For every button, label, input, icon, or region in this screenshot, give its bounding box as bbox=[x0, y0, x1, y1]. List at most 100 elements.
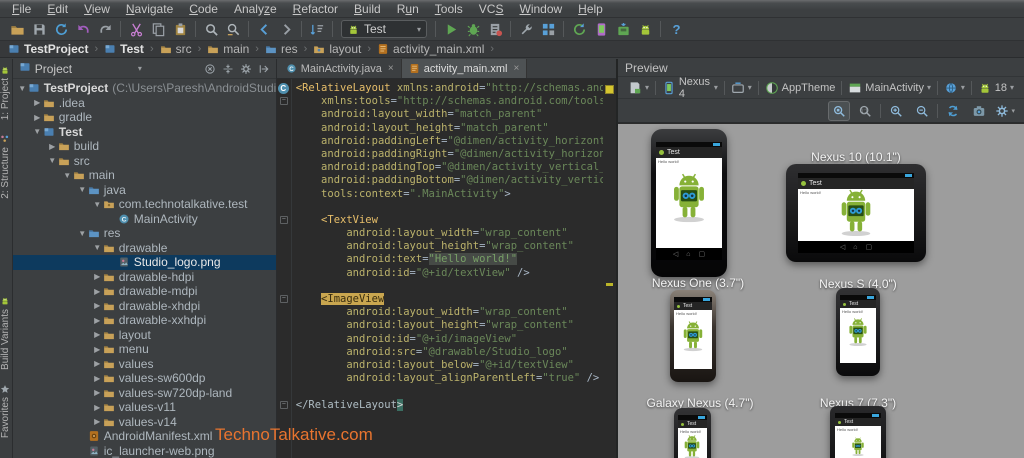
tree-item-drawable-xxhdpi[interactable]: ▶ drawable-xxhdpi bbox=[13, 313, 276, 328]
zoom-to-fit[interactable] bbox=[828, 100, 850, 121]
menu-window[interactable]: Window bbox=[511, 1, 570, 17]
cut-icon[interactable] bbox=[125, 19, 147, 39]
render-config[interactable]: ▾ bbox=[622, 78, 655, 98]
breadcrumb-res[interactable]: res bbox=[263, 42, 300, 56]
fold-marker-icon[interactable]: − bbox=[279, 295, 288, 304]
api-select[interactable]: 18 ▾ bbox=[972, 78, 1020, 98]
class-gutter-icon[interactable]: C bbox=[277, 83, 289, 94]
close-icon[interactable]: × bbox=[513, 63, 519, 74]
menu-navigate[interactable]: Navigate bbox=[118, 1, 181, 17]
settings-gear-icon[interactable] bbox=[240, 63, 252, 75]
tree-item-values[interactable]: ▶ values bbox=[13, 357, 276, 372]
hide-panel-icon[interactable] bbox=[258, 63, 270, 75]
copy-icon[interactable] bbox=[147, 19, 169, 39]
synchronize-icon[interactable] bbox=[50, 19, 72, 39]
tree-item-drawable-xhdpi[interactable]: ▶ drawable-xhdpi bbox=[13, 299, 276, 314]
device-select[interactable]: Nexus 4 ▾ bbox=[656, 76, 724, 100]
tree-collapse-icon[interactable]: ▼ bbox=[77, 229, 88, 238]
screenshot[interactable] bbox=[968, 101, 990, 121]
highlight-marker[interactable] bbox=[605, 283, 613, 286]
tree-collapse-icon[interactable]: ▼ bbox=[32, 127, 43, 136]
menu-analyze[interactable]: Analyze bbox=[226, 1, 285, 17]
run-configuration-select[interactable]: Test ▾ bbox=[341, 20, 427, 38]
device-preview-nexus-s[interactable]: Test Hello world! bbox=[835, 288, 880, 376]
tab-activity-main-xml[interactable]: activity_main.xml × bbox=[401, 59, 528, 78]
activity-select[interactable]: MainActivity ▾ bbox=[842, 78, 937, 98]
device-screen[interactable]: Test Hello world! bbox=[673, 297, 712, 369]
attach-debugger-icon[interactable] bbox=[484, 19, 506, 39]
device-preview-galaxy-nexus[interactable]: Test Hello world! bbox=[673, 408, 711, 458]
menu-file[interactable]: File bbox=[4, 1, 39, 17]
device-preview-nexus-4[interactable]: Test Hello world! ◁ ⌂ ▢ bbox=[650, 129, 727, 277]
tree-item-build[interactable]: ▶ build bbox=[13, 139, 276, 154]
tree-expand-icon[interactable]: ▶ bbox=[92, 287, 103, 296]
device-preview-nexus-10[interactable]: Test Hello world! ◁ ⌂ ▢ bbox=[785, 164, 926, 262]
settings-wrench-icon[interactable] bbox=[515, 19, 537, 39]
avd-manager-icon[interactable] bbox=[590, 19, 612, 39]
orientation[interactable]: ▾ bbox=[725, 78, 758, 98]
tree-expand-icon[interactable]: ▶ bbox=[92, 388, 103, 397]
tree-collapse-icon[interactable]: ▼ bbox=[77, 185, 88, 194]
tree-item-testproject[interactable]: ▼ TestProject (C:\Users\Paresh\AndroidStud… bbox=[13, 81, 275, 96]
tree-item-gradle[interactable]: ▶ gradle bbox=[13, 110, 276, 125]
android-monitor-icon[interactable] bbox=[634, 19, 656, 39]
toolwindow-structure[interactable]: 2: Structure bbox=[0, 134, 11, 199]
find-icon[interactable] bbox=[200, 19, 222, 39]
tree-expand-icon[interactable]: ▶ bbox=[92, 345, 103, 354]
device-preview-nexus-7[interactable]: Test Hello world! bbox=[829, 406, 886, 458]
forward-icon[interactable] bbox=[275, 19, 297, 39]
fold-marker-icon[interactable]: − bbox=[279, 400, 288, 409]
device-screen[interactable]: Test Hello world! bbox=[677, 415, 707, 458]
tree-item-values-sw720dp-land[interactable]: ▶ values-sw720dp-land bbox=[13, 386, 276, 401]
breadcrumb-layout[interactable]: layout bbox=[311, 42, 363, 56]
code-area[interactable]: <RelativeLayout xmlns:android="http://sc… bbox=[296, 82, 616, 412]
editor-body[interactable]: C − − − − <RelativeLayout xmlns:android="htt… bbox=[276, 79, 616, 458]
zoom-out[interactable] bbox=[911, 101, 933, 121]
device-screen[interactable]: Test Hello world! bbox=[839, 295, 876, 363]
tree-expand-icon[interactable]: ▶ bbox=[92, 374, 103, 383]
chevron-down-icon[interactable]: ▾ bbox=[138, 64, 142, 73]
fold-marker-icon[interactable]: − bbox=[279, 97, 288, 105]
replace-icon[interactable] bbox=[222, 19, 244, 39]
tree-item-values-v11[interactable]: ▶ values-v11 bbox=[13, 400, 276, 415]
tree-item-main[interactable]: ▼ main bbox=[13, 168, 276, 183]
close-icon[interactable] bbox=[204, 63, 216, 75]
toolwindow-favorites[interactable]: Favorites bbox=[0, 384, 11, 438]
tree-expand-icon[interactable]: ▶ bbox=[32, 98, 43, 107]
breadcrumb-testproject[interactable]: TestProject bbox=[6, 42, 90, 56]
menu-tools[interactable]: Tools bbox=[427, 1, 471, 17]
zoom-actual[interactable]: 1:1 bbox=[854, 101, 876, 121]
undo-icon[interactable] bbox=[72, 19, 94, 39]
tree-item-test[interactable]: ▼ Test bbox=[13, 125, 276, 140]
menu-build[interactable]: Build bbox=[346, 1, 389, 17]
tree-collapse-icon[interactable]: ▼ bbox=[92, 243, 103, 252]
sdk-manager-icon[interactable] bbox=[612, 19, 634, 39]
back-icon[interactable] bbox=[253, 19, 275, 39]
device-screen[interactable]: Test Hello world! ◁ ⌂ ▢ bbox=[797, 173, 914, 253]
tree-collapse-icon[interactable]: ▼ bbox=[47, 156, 58, 165]
save-all-icon[interactable] bbox=[28, 19, 50, 39]
tree-item-res[interactable]: ▼ res bbox=[13, 226, 276, 241]
tree-item-menu[interactable]: ▶ menu bbox=[13, 342, 276, 357]
breadcrumb-activity-main-xml[interactable]: activity_main.xml bbox=[375, 42, 486, 56]
run-icon[interactable] bbox=[440, 19, 462, 39]
device-screen[interactable]: Test Hello world! ◁ ⌂ ▢ bbox=[655, 142, 722, 260]
tree-expand-icon[interactable]: ▶ bbox=[92, 301, 103, 310]
menu-refactor[interactable]: Refactor bbox=[285, 1, 346, 17]
tree-collapse-icon[interactable]: ▼ bbox=[17, 84, 28, 93]
help-icon[interactable]: ? bbox=[665, 19, 687, 39]
tree-item-studio-logo-png[interactable]: Studio_logo.png bbox=[12, 255, 276, 270]
tree-item-drawable-hdpi[interactable]: ▶ drawable-hdpi bbox=[13, 270, 276, 285]
validation-marker[interactable] bbox=[604, 85, 614, 94]
refresh[interactable] bbox=[942, 101, 964, 121]
menu-edit[interactable]: Edit bbox=[39, 1, 76, 17]
menu-help[interactable]: Help bbox=[570, 1, 611, 17]
compare-icon[interactable] bbox=[306, 19, 328, 39]
tree-expand-icon[interactable]: ▶ bbox=[92, 417, 103, 426]
tree-expand-icon[interactable]: ▶ bbox=[32, 113, 43, 122]
tree-item-drawable[interactable]: ▼ drawable bbox=[13, 241, 276, 256]
open-file-icon[interactable] bbox=[6, 19, 28, 39]
tree-item--idea[interactable]: ▶ .idea bbox=[13, 96, 276, 111]
tree-expand-icon[interactable]: ▶ bbox=[92, 330, 103, 339]
menu-run[interactable]: Run bbox=[389, 1, 427, 17]
